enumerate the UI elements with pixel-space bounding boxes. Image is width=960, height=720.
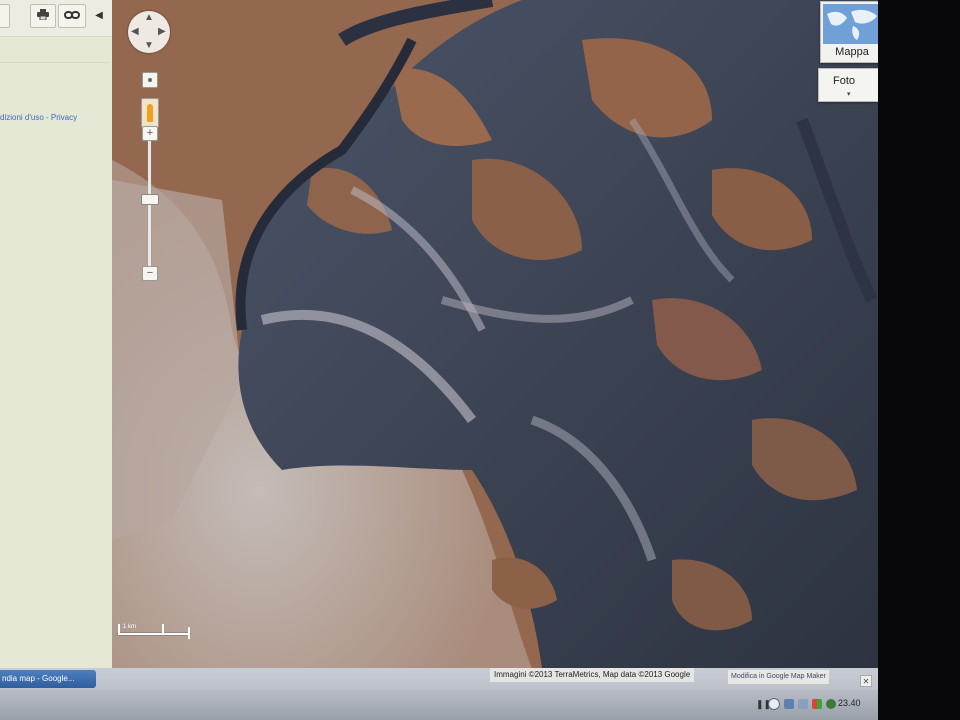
zoom-in-button[interactable]: +	[142, 126, 158, 141]
link-button[interactable]	[58, 4, 86, 28]
zoom-out-button[interactable]: −	[142, 266, 158, 281]
pause-icon[interactable]: ❚❚	[756, 699, 771, 709]
terms-privacy-link[interactable]: dizioni d'uso - Privacy	[0, 113, 77, 122]
taskbar-clock: 23.40	[838, 698, 861, 708]
scale-bar: 1 km	[118, 624, 190, 640]
pan-down-icon[interactable]: ▼	[144, 41, 154, 51]
map-type-photo-label: Foto	[833, 75, 856, 87]
system-tray: ❚❚	[756, 694, 836, 714]
printer-icon	[37, 9, 49, 23]
pan-right-icon[interactable]: ▶	[158, 27, 166, 37]
map-type-map-button[interactable]: Mappa	[820, 1, 884, 63]
map-maker-link[interactable]: Modifica in Google Map Maker	[728, 670, 829, 684]
volume-icon[interactable]	[798, 699, 808, 709]
center-button[interactable]	[142, 72, 158, 88]
divider	[0, 62, 110, 63]
map-type-map-label: Mappa	[835, 46, 869, 58]
scale-label: 1 km	[123, 624, 137, 630]
map-attribution: Immagini ©2013 TerraMetrics, Map data ©2…	[490, 668, 695, 682]
pan-control-icon[interactable]: ▲ ▼ ◀ ▶	[128, 11, 170, 53]
monitor-bezel	[878, 0, 960, 720]
side-panel: ◀ dizioni d'uso - Privacy	[0, 0, 113, 668]
pan-left-icon[interactable]: ◀	[131, 27, 139, 37]
zoom-slider-handle[interactable]	[141, 194, 159, 206]
world-map-thumbnail-icon	[823, 4, 881, 44]
satellite-map[interactable]	[112, 0, 878, 668]
pan-up-icon[interactable]: ▲	[144, 13, 154, 23]
network-icon[interactable]	[784, 699, 794, 709]
pegman-icon[interactable]	[141, 98, 159, 128]
satellite-terrain-image	[112, 0, 878, 668]
taskbar-lower	[0, 690, 878, 720]
print-button[interactable]	[30, 4, 56, 28]
chevron-down-icon: ▾	[847, 91, 851, 98]
shield-icon[interactable]	[826, 699, 836, 709]
clock-icon[interactable]	[768, 698, 780, 710]
map-type-photo-button[interactable]: Foto ▾	[818, 68, 882, 102]
toolbar-button[interactable]	[0, 4, 10, 28]
chevron-left-icon[interactable]: ◀	[93, 8, 105, 22]
taskbar-window-button[interactable]: ndia map - Google...	[0, 670, 96, 688]
close-icon[interactable]: ✕	[860, 675, 872, 687]
windows-flag-icon[interactable]	[812, 699, 822, 709]
link-icon	[64, 9, 80, 23]
